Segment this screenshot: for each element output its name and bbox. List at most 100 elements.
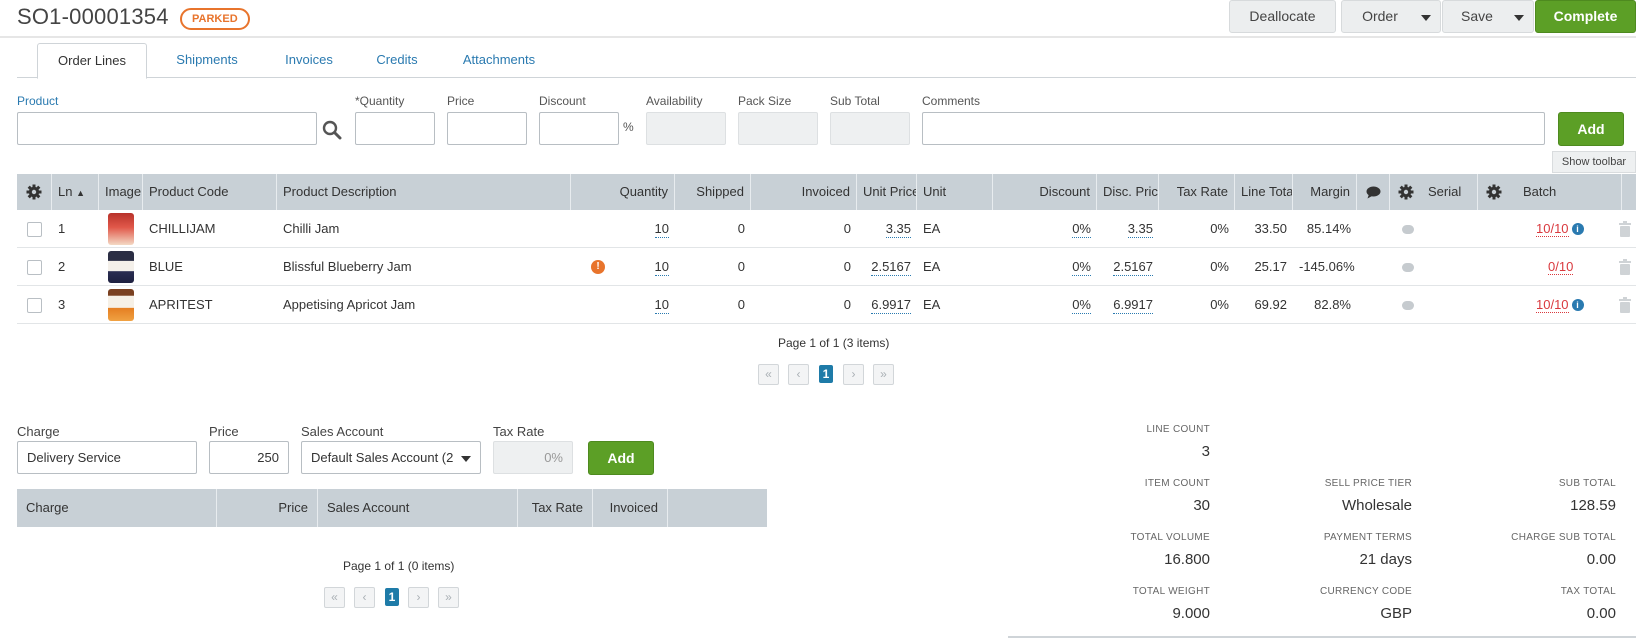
- invoiced-link[interactable]: 0: [751, 286, 857, 324]
- cell-batch[interactable]: 10/10 i: [1530, 286, 1600, 324]
- first-page-icon[interactable]: «: [758, 364, 779, 385]
- product-input[interactable]: [17, 112, 317, 145]
- prev-page-icon[interactable]: ‹: [354, 587, 375, 608]
- col-charge-price[interactable]: Price: [217, 489, 318, 527]
- charge-tax-rate-field: 0%: [493, 441, 573, 474]
- cell-batch[interactable]: 10/10 i: [1530, 210, 1600, 248]
- tab-shipments[interactable]: Shipments: [157, 43, 257, 78]
- col-product-code[interactable]: Product Code: [143, 174, 277, 210]
- last-page-icon[interactable]: »: [438, 587, 459, 608]
- gear-icon[interactable]: [1398, 184, 1414, 200]
- col-serial[interactable]: Serial: [1390, 174, 1478, 210]
- deallocate-button[interactable]: Deallocate: [1229, 0, 1336, 33]
- product-code-link[interactable]: APRITEST: [143, 286, 277, 324]
- cell-unit-price[interactable]: 3.35: [857, 210, 917, 248]
- product-code-link[interactable]: BLUE: [143, 248, 277, 286]
- search-icon[interactable]: [322, 120, 342, 140]
- col-sales-account[interactable]: Sales Account: [318, 489, 518, 527]
- col-shipped[interactable]: Shipped: [675, 174, 751, 210]
- invoiced-link[interactable]: 0: [751, 248, 857, 286]
- col-charge-invoiced[interactable]: Invoiced: [593, 489, 668, 527]
- tab-attachments[interactable]: Attachments: [447, 43, 551, 78]
- row-checkbox[interactable]: [27, 222, 42, 237]
- comment-icon[interactable]: [1402, 263, 1414, 272]
- prev-page-icon[interactable]: ‹: [788, 364, 809, 385]
- trash-icon[interactable]: [1618, 259, 1632, 275]
- charges-grid-header: Charge Price Sales Account Tax Rate Invo…: [17, 489, 767, 527]
- summary-divider: [1008, 636, 1636, 638]
- cell-disc-price[interactable]: 3.35: [1097, 210, 1159, 248]
- cell-quantity[interactable]: 10: [571, 286, 675, 324]
- row-checkbox[interactable]: [27, 298, 42, 313]
- complete-button[interactable]: Complete: [1535, 0, 1636, 33]
- add-line-button[interactable]: Add: [1558, 112, 1624, 146]
- col-unit-price[interactable]: Unit Price: [857, 174, 917, 210]
- next-page-icon[interactable]: ›: [843, 364, 864, 385]
- col-ln[interactable]: Ln ▲: [52, 174, 99, 210]
- cell-disc-price[interactable]: 2.5167: [1097, 248, 1159, 286]
- quantity-input[interactable]: [355, 112, 435, 145]
- invoiced-link[interactable]: 0: [751, 210, 857, 248]
- cell-discount[interactable]: 0%: [993, 248, 1097, 286]
- product-code-link[interactable]: CHILLIJAM: [143, 210, 277, 248]
- cell-disc-price[interactable]: 6.9917: [1097, 286, 1159, 324]
- tab-credits[interactable]: Credits: [357, 43, 437, 78]
- gear-icon[interactable]: [26, 184, 42, 200]
- comments-input[interactable]: [922, 112, 1545, 145]
- col-unit[interactable]: Unit: [917, 174, 993, 210]
- cell-description: Blissful Blueberry Jam: [283, 259, 412, 274]
- tab-order-lines[interactable]: Order Lines: [37, 43, 147, 79]
- col-line-total[interactable]: Line Total: [1235, 174, 1293, 210]
- col-margin[interactable]: Margin: [1293, 174, 1357, 210]
- col-charge[interactable]: Charge: [17, 489, 217, 527]
- price-input[interactable]: [447, 112, 527, 145]
- col-quantity[interactable]: Quantity: [571, 174, 675, 210]
- shipped-link[interactable]: 0: [675, 286, 751, 324]
- col-image[interactable]: Image: [99, 174, 143, 210]
- tax-total-value: 0.00: [1586, 605, 1616, 622]
- current-page-button[interactable]: 1: [385, 588, 399, 606]
- order-menu-button[interactable]: Order: [1341, 0, 1441, 33]
- charge-input[interactable]: Delivery Service: [17, 441, 197, 474]
- trash-icon[interactable]: [1618, 297, 1632, 313]
- current-page-button[interactable]: 1: [819, 365, 833, 383]
- cell-unit-price[interactable]: 6.9917: [857, 286, 917, 324]
- row-checkbox[interactable]: [27, 260, 42, 275]
- info-icon[interactable]: i: [1571, 223, 1584, 235]
- cell-discount[interactable]: 0%: [993, 286, 1097, 324]
- line-count-label: LINE COUNT: [1146, 424, 1210, 435]
- tab-invoices[interactable]: Invoices: [269, 43, 349, 78]
- save-menu-button[interactable]: Save: [1442, 0, 1534, 33]
- col-charge-tax-rate[interactable]: Tax Rate: [518, 489, 593, 527]
- next-page-icon[interactable]: ›: [408, 587, 429, 608]
- col-batch[interactable]: Batch: [1478, 174, 1622, 210]
- cell-discount[interactable]: 0%: [993, 210, 1097, 248]
- comment-icon[interactable]: [1402, 301, 1414, 310]
- shipped-link[interactable]: 0: [675, 248, 751, 286]
- show-toolbar-button[interactable]: Show toolbar: [1552, 151, 1636, 173]
- charge-price-input[interactable]: 250: [209, 441, 289, 474]
- availability-label: Availability: [646, 94, 703, 108]
- cell-batch[interactable]: 0/10: [1542, 248, 1602, 286]
- comment-icon[interactable]: [1402, 225, 1414, 234]
- col-comments[interactable]: [1357, 174, 1390, 210]
- last-page-icon[interactable]: »: [873, 364, 894, 385]
- col-invoiced[interactable]: Invoiced: [751, 174, 857, 210]
- gear-icon[interactable]: [1486, 184, 1502, 200]
- col-discount[interactable]: Discount: [993, 174, 1097, 210]
- cell-quantity[interactable]: 10: [571, 248, 675, 286]
- first-page-icon[interactable]: «: [324, 587, 345, 608]
- cell-tax-rate: 0%: [1210, 221, 1229, 236]
- discount-input[interactable]: [539, 112, 619, 145]
- info-icon[interactable]: i: [1571, 299, 1584, 311]
- col-disc-price[interactable]: Disc. Price: [1097, 174, 1159, 210]
- trash-icon[interactable]: [1618, 221, 1632, 237]
- cell-quantity[interactable]: 10: [571, 210, 675, 248]
- shipped-link[interactable]: 0: [675, 210, 751, 248]
- cell-unit-price[interactable]: 2.5167: [857, 248, 917, 286]
- cell-unit: EA: [923, 297, 941, 312]
- add-charge-button[interactable]: Add: [588, 441, 654, 475]
- col-product-description[interactable]: Product Description: [277, 174, 571, 210]
- sales-account-select[interactable]: Default Sales Account (2: [301, 441, 481, 474]
- col-tax-rate[interactable]: Tax Rate: [1159, 174, 1235, 210]
